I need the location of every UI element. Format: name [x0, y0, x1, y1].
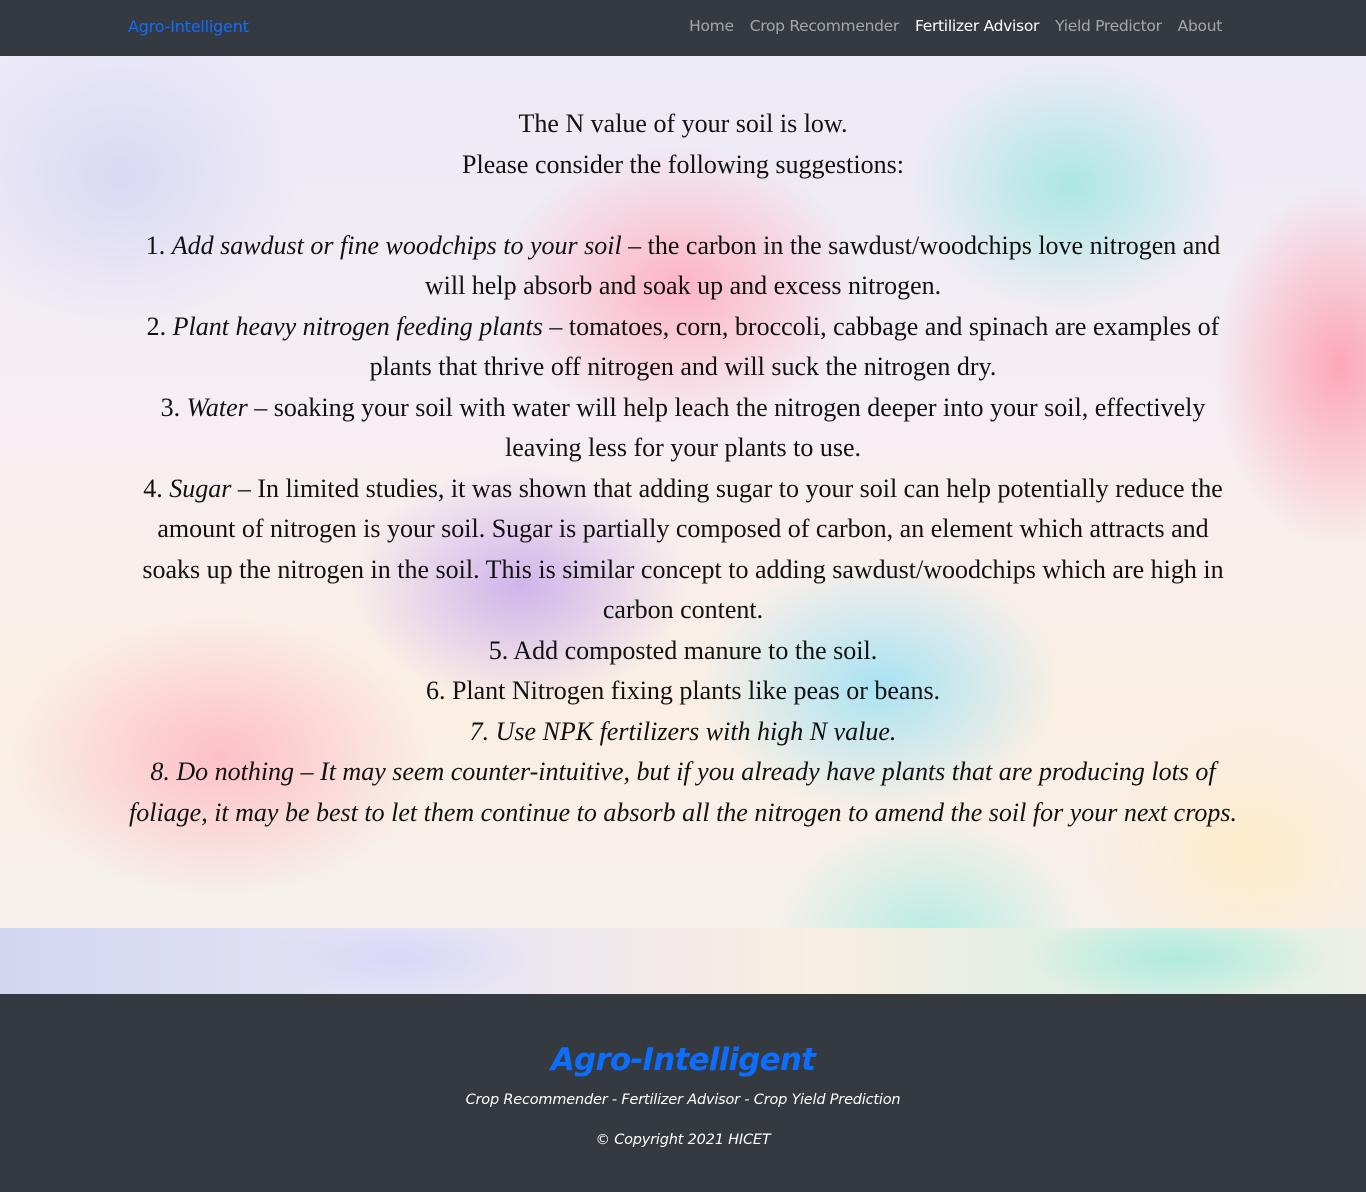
suggestion-item-7: 7. Use NPK fertilizers with high N value… [469, 716, 897, 746]
result-heading: The N value of your soil is low. [518, 109, 848, 138]
navbar: Agro-Intelligent Home Crop Recommender F… [0, 0, 1366, 56]
result-subheading: Please consider the following suggestion… [462, 149, 904, 179]
suggestion-item-1: 1. Add sawdust or fine woodchips to your… [128, 226, 1238, 307]
nav-links: Home Crop Recommender Fertilizer Advisor… [681, 17, 1230, 35]
result-section: The N value of your soil is low. Please … [0, 56, 1366, 994]
suggestion-title: Add sawdust or fine woodchips to your so… [171, 230, 622, 260]
suggestion-number: 4. [143, 473, 163, 503]
suggestion-item-4: 4. Sugar – In limited studies, it was sh… [128, 469, 1238, 631]
brand-link[interactable]: Agro-Intelligent [128, 17, 249, 36]
suggestion-title: Sugar [169, 473, 232, 503]
nav-link-crop-recommender[interactable]: Crop Recommender [742, 17, 907, 35]
result-content: The N value of your soil is low. Please … [128, 104, 1238, 833]
suggestion-number: 1. [145, 230, 166, 260]
suggestion-number: 3. [160, 392, 181, 422]
suggestion-item-8: 8. Do nothing – It may seem counter-intu… [129, 757, 1237, 827]
footer-title: Agro-Intelligent [550, 1042, 816, 1078]
footer: Agro-Intelligent Crop Recommender - Fert… [0, 994, 1366, 1192]
suggestion-item-5: 5. Add composted manure to the soil. [488, 635, 878, 665]
suggestion-item-2: 2. Plant heavy nitrogen feeding plants –… [128, 307, 1238, 388]
suggestion-number: 2. [146, 311, 167, 341]
nav-link-home[interactable]: Home [681, 17, 742, 35]
background-band [0, 928, 1366, 994]
suggestion-item-6: 6. Plant Nitrogen fixing plants like pea… [425, 676, 941, 705]
suggestion-item-3: 3. Water – soaking your soil with water … [128, 388, 1238, 469]
nav-link-yield-predictor[interactable]: Yield Predictor [1047, 17, 1170, 35]
footer-copyright: © Copyright 2021 HICET [595, 1132, 771, 1148]
suggestion-body: – soaking your soil with water will help… [247, 392, 1206, 463]
footer-subtitle: Crop Recommender - Fertilizer Advisor - … [465, 1092, 901, 1108]
suggestion-title: Plant heavy nitrogen feeding plants [172, 311, 543, 341]
nav-link-about[interactable]: About [1170, 17, 1230, 35]
nav-link-fertilizer-advisor[interactable]: Fertilizer Advisor [907, 17, 1047, 35]
suggestion-title: Water [186, 392, 248, 422]
suggestion-body: – In limited studies, it was shown that … [142, 473, 1224, 625]
